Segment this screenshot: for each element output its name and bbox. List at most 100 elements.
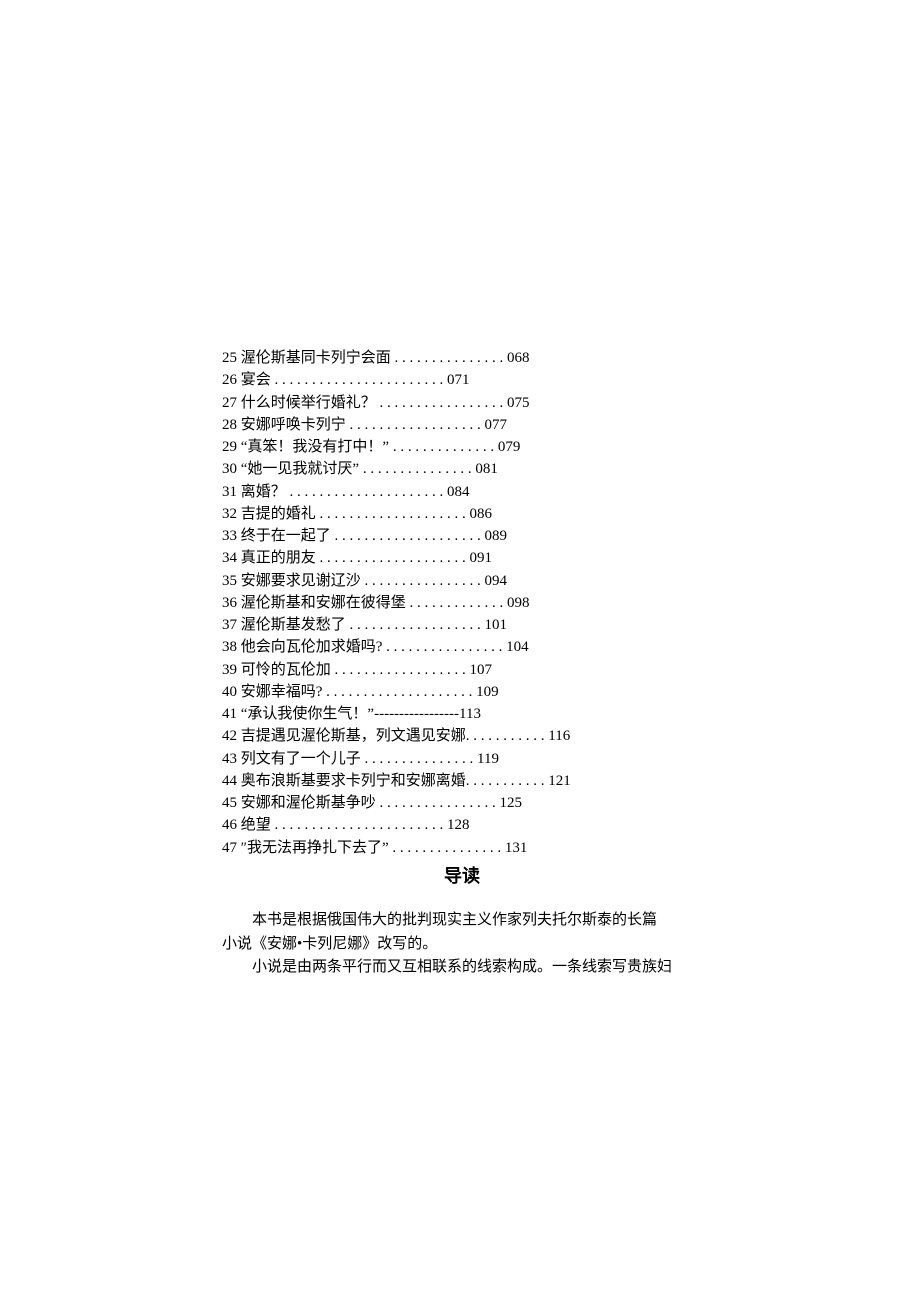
toc-leader: . . . . . . . . . . . . . . . . . . — [331, 662, 470, 678]
toc-title: 渥伦斯基和安娜在彼得堡 — [241, 595, 406, 611]
toc-entry: 42 吉提遇见渥伦斯基，列文遇见安娜. . . . . . . . . . . … — [222, 726, 702, 748]
toc-entry: 35 安娜要求见谢辽沙 . . . . . . . . . . . . . . … — [222, 571, 702, 593]
toc-title: 安娜呼唤卡列宁 — [241, 417, 346, 433]
toc-page: 131 — [505, 840, 528, 856]
toc-number: 28 — [222, 417, 237, 433]
toc-title: 绝望 — [241, 817, 271, 833]
toc-page: 068 — [507, 350, 530, 366]
toc-title: 渥伦斯基同卡列宁会面 — [241, 350, 391, 366]
document-page: 25 渥伦斯基同卡列宁会面 . . . . . . . . . . . . . … — [222, 348, 702, 979]
toc-page: 098 — [507, 595, 530, 611]
toc-number: 35 — [222, 573, 237, 589]
toc-number: 25 — [222, 350, 237, 366]
toc-entry: 36 渥伦斯基和安娜在彼得堡 . . . . . . . . . . . . .… — [222, 593, 702, 615]
toc-page: 119 — [477, 751, 499, 767]
toc-leader: . . . . . . . . . . . . . . . . . — [376, 395, 507, 411]
toc-title: 列文有了一个儿子 — [241, 751, 361, 767]
toc-page: 116 — [548, 728, 570, 744]
toc-entry: 30 “她一见我就讨厌” . . . . . . . . . . . . . .… — [222, 459, 702, 481]
table-of-contents: 25 渥伦斯基同卡列宁会面 . . . . . . . . . . . . . … — [222, 348, 702, 859]
toc-number: 47 — [222, 840, 237, 856]
toc-number: 37 — [222, 617, 237, 633]
toc-leader: . . . . . . . . . . . . . . — [389, 439, 498, 455]
toc-page: 077 — [485, 417, 508, 433]
toc-entry: 34 真正的朋友 . . . . . . . . . . . . . . . .… — [222, 548, 702, 570]
toc-entry: 32 吉提的婚礼 . . . . . . . . . . . . . . . .… — [222, 504, 702, 526]
toc-entry: 33 终于在一起了 . . . . . . . . . . . . . . . … — [222, 526, 702, 548]
toc-leader: . . . . . . . . . . . . . . . . . . . . … — [286, 484, 447, 500]
toc-title: 离婚？ — [241, 484, 286, 500]
toc-leader: . . . . . . . . . . . . . . . . — [382, 639, 506, 655]
toc-number: 38 — [222, 639, 237, 655]
toc-entry: 39 可怜的瓦伦加 . . . . . . . . . . . . . . . … — [222, 660, 702, 682]
toc-title: 真正的朋友 — [241, 550, 316, 566]
toc-number: 44 — [222, 773, 237, 789]
toc-title: 可怜的瓦伦加 — [241, 662, 331, 678]
toc-leader: . . . . . . . . . . . . . . . — [391, 350, 507, 366]
toc-title: ″我无法再挣扎下去了” — [241, 840, 389, 856]
toc-entry: 31 离婚？ . . . . . . . . . . . . . . . . .… — [222, 482, 702, 504]
toc-leader: . . . . . . . . . . . . . . . . . . . . — [331, 528, 485, 544]
toc-entry: 27 什么时候举行婚礼？ . . . . . . . . . . . . . .… — [222, 393, 702, 415]
body-line: 小说《安娜•卡列尼娜》改写的。 — [222, 933, 702, 956]
toc-entry: 45 安娜和渥伦斯基争吵 . . . . . . . . . . . . . .… — [222, 793, 702, 815]
toc-page: 075 — [507, 395, 530, 411]
toc-page: 121 — [548, 773, 571, 789]
toc-leader: ----------------- — [374, 706, 459, 722]
toc-leader: . . . . . . . . . . . . . . . . — [376, 795, 500, 811]
toc-title: “真笨！我没有打中！” — [241, 439, 389, 455]
toc-number: 31 — [222, 484, 237, 500]
toc-number: 40 — [222, 684, 237, 700]
toc-number: 27 — [222, 395, 237, 411]
toc-leader: . . . . . . . . . . . . . . . — [389, 840, 505, 856]
toc-entry: 38 他会向瓦伦加求婚吗? . . . . . . . . . . . . . … — [222, 637, 702, 659]
toc-entry: 40 安娜幸福吗? . . . . . . . . . . . . . . . … — [222, 682, 702, 704]
toc-number: 41 — [222, 706, 237, 722]
toc-title: 终于在一起了 — [241, 528, 331, 544]
toc-number: 30 — [222, 461, 237, 477]
toc-leader: . . . . . . . . . . . — [466, 773, 549, 789]
toc-title: 什么时候举行婚礼？ — [241, 395, 376, 411]
toc-leader: . . . . . . . . . . . . . . . . — [361, 573, 485, 589]
toc-entry: 37 渥伦斯基发愁了 . . . . . . . . . . . . . . .… — [222, 615, 702, 637]
toc-leader: . . . . . . . . . . . . . . . . . . — [346, 617, 485, 633]
toc-entry: 44 奥布浪斯基要求卡列宁和安娜离婚. . . . . . . . . . . … — [222, 771, 702, 793]
toc-leader: . . . . . . . . . . . . . . . . . . . . — [316, 506, 470, 522]
intro-paragraph-2: 小说是由两条平行而又互相联系的线索构成。一条线索写贵族妇 — [222, 956, 702, 979]
toc-page: 081 — [475, 461, 498, 477]
toc-title: 他会向瓦伦加求婚吗? — [241, 639, 383, 655]
toc-number: 39 — [222, 662, 237, 678]
toc-number: 43 — [222, 751, 237, 767]
toc-leader: . . . . . . . . . . . . . . . . . . . . — [322, 684, 476, 700]
toc-leader: . . . . . . . . . . . . . . . . . . . . … — [271, 372, 447, 388]
toc-page: 128 — [447, 817, 470, 833]
toc-title: 渥伦斯基发愁了 — [241, 617, 346, 633]
toc-page: 104 — [506, 639, 529, 655]
toc-page: 109 — [476, 684, 499, 700]
toc-page: 086 — [470, 506, 493, 522]
toc-leader: . . . . . . . . . . . . . . . . . . . . — [316, 550, 470, 566]
toc-entry: 41 “承认我使你生气！”-----------------113 — [222, 704, 702, 726]
toc-entry: 43 列文有了一个儿子 . . . . . . . . . . . . . . … — [222, 749, 702, 771]
toc-page: 084 — [447, 484, 470, 500]
toc-leader: . . . . . . . . . . . — [466, 728, 549, 744]
toc-number: 26 — [222, 372, 237, 388]
toc-entry: 28 安娜呼唤卡列宁 . . . . . . . . . . . . . . .… — [222, 415, 702, 437]
toc-page: 101 — [485, 617, 508, 633]
toc-leader: . . . . . . . . . . . . . . . . . . . . … — [271, 817, 447, 833]
toc-page: 079 — [498, 439, 521, 455]
toc-number: 32 — [222, 506, 237, 522]
toc-entry: 25 渥伦斯基同卡列宁会面 . . . . . . . . . . . . . … — [222, 348, 702, 370]
intro-paragraph-1: 本书是根据俄国伟大的批判现实主义作家列夫托尔斯泰的长篇 小说《安娜•卡列尼娜》改… — [222, 909, 702, 956]
toc-title: 安娜要求见谢辽沙 — [241, 573, 361, 589]
toc-entry: 26 宴会 . . . . . . . . . . . . . . . . . … — [222, 370, 702, 392]
toc-number: 46 — [222, 817, 237, 833]
toc-leader: . . . . . . . . . . . . . — [406, 595, 507, 611]
toc-entry: 46 绝望 . . . . . . . . . . . . . . . . . … — [222, 815, 702, 837]
toc-title: 吉提的婚礼 — [241, 506, 316, 522]
toc-number: 34 — [222, 550, 237, 566]
toc-number: 45 — [222, 795, 237, 811]
toc-title: 宴会 — [241, 372, 271, 388]
toc-page: 113 — [459, 706, 481, 722]
toc-page: 071 — [447, 372, 470, 388]
